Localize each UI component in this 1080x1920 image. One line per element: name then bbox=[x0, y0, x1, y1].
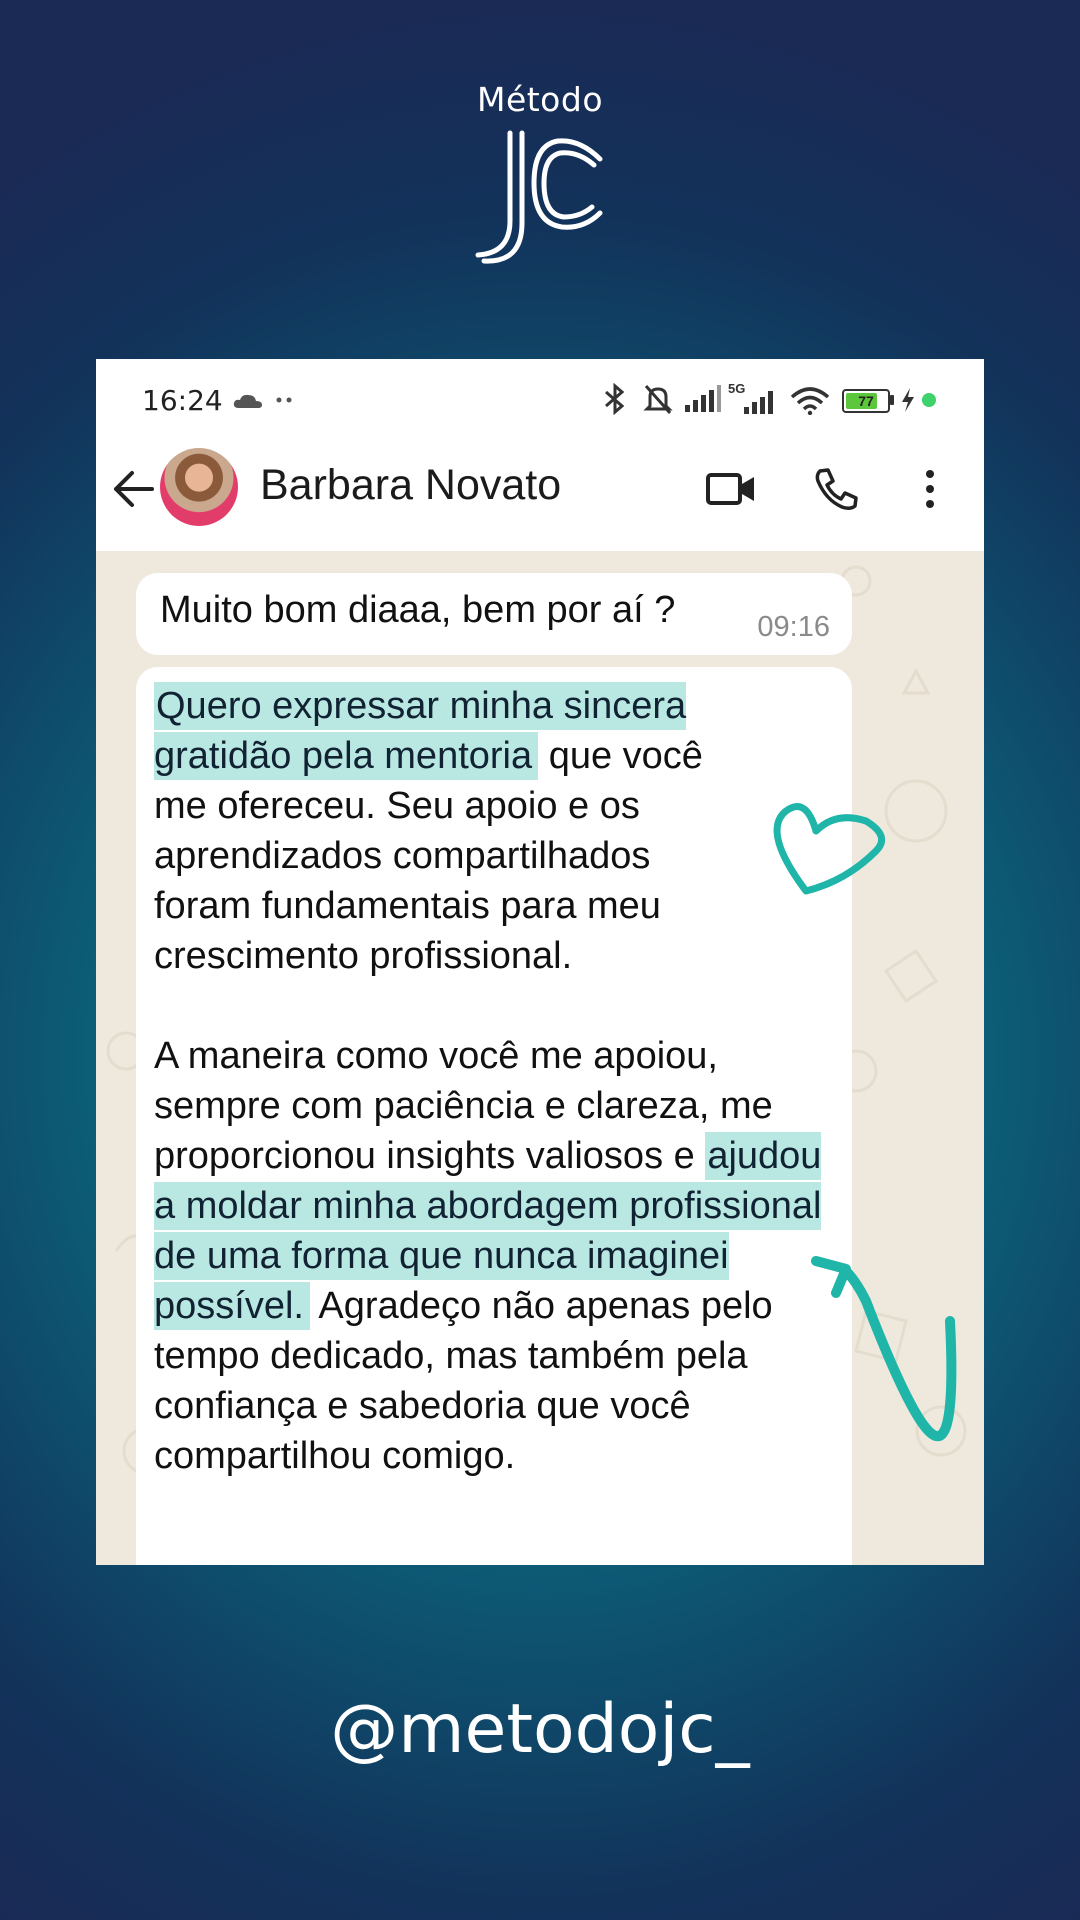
brand-header: Método bbox=[0, 80, 1080, 265]
instagram-handle: @metodojc_ bbox=[330, 1690, 750, 1769]
online-dot bbox=[922, 393, 936, 407]
jc-logo-icon bbox=[475, 130, 603, 264]
contact-name[interactable]: Barbara Novato bbox=[260, 461, 561, 510]
message-bubble: Muito bom diaaa, bem por aí ? 09:16 bbox=[136, 573, 852, 655]
avatar[interactable] bbox=[160, 448, 238, 526]
video-call-icon[interactable] bbox=[706, 469, 756, 509]
message-bubble: Quero expressar minha sincera gratidão p… bbox=[136, 667, 852, 1565]
battery-tip bbox=[890, 395, 894, 405]
heart-doodle-icon bbox=[773, 803, 886, 895]
chat-header: Barbara Novato bbox=[96, 439, 984, 551]
chat-screenshot: 16:24 5G 77 Barbara Novato Muito bom dia… bbox=[96, 359, 984, 1565]
charging-icon bbox=[902, 388, 914, 412]
signal-strength-2-icon bbox=[744, 391, 773, 414]
chat-area: Muito bom diaaa, bem por aí ? 09:16 Quer… bbox=[96, 551, 984, 1565]
message-text: Muito bom diaaa, bem por aí ? bbox=[160, 589, 676, 631]
arrow-doodle-icon bbox=[811, 1256, 957, 1442]
more-options-icon[interactable] bbox=[924, 469, 936, 509]
battery-percent: 77 bbox=[858, 393, 874, 409]
status-bar: 16:24 5G 77 bbox=[96, 359, 984, 439]
cloud-icon bbox=[233, 394, 262, 408]
message-text: Quero expressar minha sincera gratidão p… bbox=[154, 681, 844, 1481]
brand-word: Método bbox=[476, 80, 604, 119]
bell-muted-icon bbox=[643, 385, 673, 414]
status-time: 16:24 bbox=[142, 384, 223, 417]
phone-call-icon[interactable] bbox=[814, 467, 860, 511]
battery-icon: 77 bbox=[842, 389, 890, 413]
wifi-icon bbox=[790, 387, 830, 415]
bluetooth-icon bbox=[605, 383, 625, 415]
message-time: 09:16 bbox=[757, 611, 830, 643]
message-text-part: A maneira como você me apoiou, sempre co… bbox=[154, 1035, 773, 1177]
back-arrow-icon[interactable] bbox=[112, 469, 154, 509]
signal-strength-icon bbox=[685, 385, 721, 412]
more-notifications-icon bbox=[276, 397, 292, 403]
